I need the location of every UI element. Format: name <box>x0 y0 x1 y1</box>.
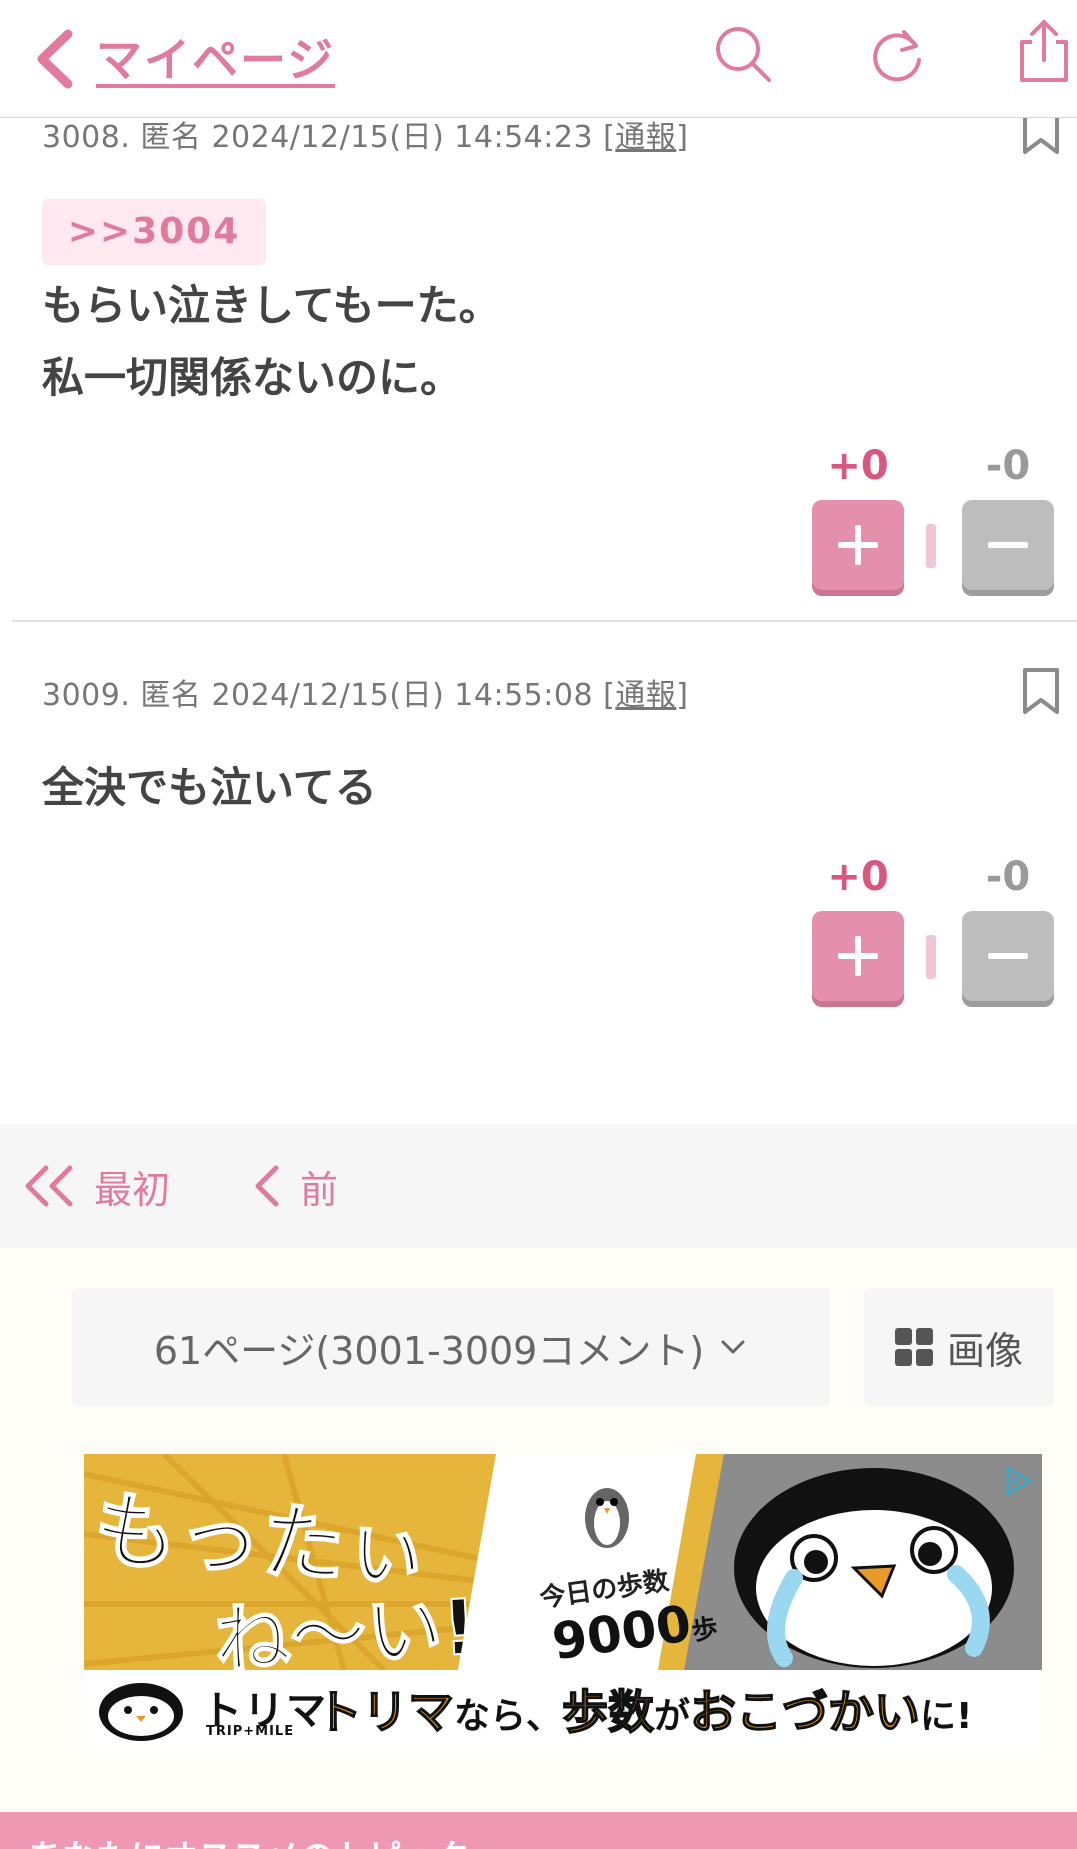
recommended-topics-label: あなたにオススメのトピック <box>28 1830 470 1849</box>
report-link[interactable]: 通報 <box>615 678 676 713</box>
plus-vote-button[interactable] <box>812 911 904 1001</box>
minus-vote-button[interactable] <box>962 911 1054 1001</box>
ad-tagline-part: に! <box>920 1696 973 1737</box>
penguin-small-icon <box>585 1488 629 1548</box>
ad-tagline: トリマなら、歩数がおこづかいに! <box>315 1676 973 1742</box>
comment-meta-text: 3009. 匿名 2024/12/15(日) 14:55:08 [ <box>42 678 616 713</box>
page-select-value: 61ページ(3001-3009コメント) <box>153 1328 705 1373</box>
comment-meta-suffix: ] <box>676 678 689 713</box>
comment-meta: 3009. 匿名 2024/12/15(日) 14:55:08 [通報] <box>42 670 689 714</box>
top-navigation-bar: マイページ <box>0 0 1077 118</box>
adchoices-icon[interactable] <box>1000 1464 1034 1498</box>
recommended-topics-header: あなたにオススメのトピック <box>0 1812 1077 1849</box>
image-view-label: 画像 <box>946 1328 1023 1373</box>
ad-top-area: もったぃ ね〜い! 今日の歩数 9000歩 <box>84 1454 1042 1686</box>
trima-logo-icon <box>99 1683 183 1741</box>
first-page-button[interactable]: 最初 <box>22 1124 170 1248</box>
vote-separator <box>926 935 936 979</box>
search-icon[interactable] <box>711 22 775 86</box>
comment-body-line: 全決でも泣いてる <box>42 763 377 812</box>
ad-tagline-part: 歩数 <box>561 1684 655 1740</box>
refresh-icon[interactable] <box>866 22 930 86</box>
page-select-dropdown[interactable]: 61ページ(3001-3009コメント) <box>72 1288 830 1406</box>
ad-tagline-part: が <box>654 1696 691 1737</box>
penguin-mascot-icon <box>734 1468 1014 1668</box>
ad-tagline-part: トリマ <box>315 1684 455 1740</box>
bookmark-icon[interactable] <box>1021 668 1061 716</box>
advertisement-banner[interactable]: もったぃ ね〜い! 今日の歩数 9000歩 トリマ TRIP+MILE トリマな… <box>84 1454 1042 1754</box>
pagination-bar: 最初 前 <box>0 1124 1077 1248</box>
comment-3009: 3009. 匿名 2024/12/15(日) 14:55:08 [通報] 全決で… <box>0 0 1077 1100</box>
mypage-link[interactable]: マイページ <box>96 24 335 90</box>
share-icon[interactable] <box>1014 16 1074 86</box>
prev-page-button[interactable]: 前 <box>252 1124 338 1248</box>
chevron-down-icon <box>721 1340 745 1354</box>
plus-count: +0 <box>827 854 889 900</box>
first-page-label: 最初 <box>94 1167 171 1212</box>
chevron-left-icon <box>255 1165 279 1207</box>
ad-bottom-area: トリマ TRIP+MILE トリマなら、歩数がおこづかいに! <box>84 1670 1042 1754</box>
ad-tagline-part: なら、 <box>454 1696 563 1737</box>
double-chevron-left-icon <box>25 1165 73 1207</box>
prev-page-label: 前 <box>300 1167 339 1212</box>
ad-brand-subtitle: TRIP+MILE <box>206 1724 295 1739</box>
minus-count: -0 <box>985 854 1031 900</box>
ad-steps-unit: 歩 <box>689 1613 720 1647</box>
plus-icon-stem <box>855 936 861 976</box>
image-view-button[interactable]: 画像 <box>864 1288 1054 1406</box>
ad-tagline-part: おこづかい <box>689 1684 921 1740</box>
minus-icon <box>988 953 1028 959</box>
back-chevron-icon[interactable] <box>24 24 94 94</box>
grid-icon <box>894 1328 933 1366</box>
